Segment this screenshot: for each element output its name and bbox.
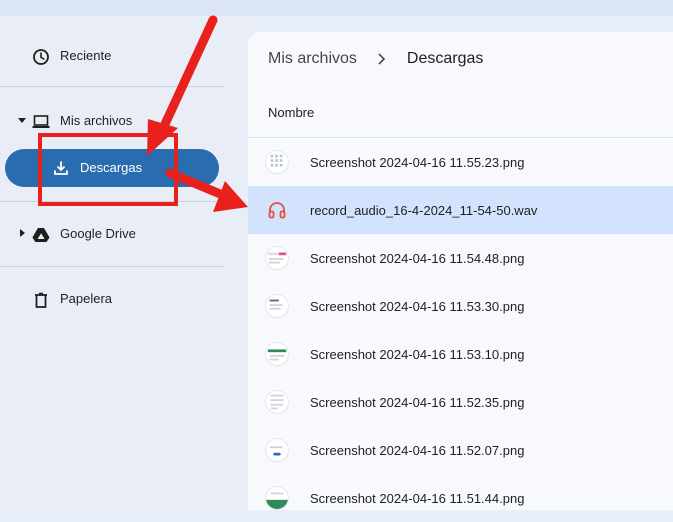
expand-arrow-icon[interactable] [17, 228, 27, 238]
file-name: Screenshot 2024-04-16 11.51.44.png [310, 491, 525, 506]
sidebar-item-recent[interactable]: Reciente [0, 36, 248, 76]
sidebar-item-label: Reciente [60, 48, 112, 63]
file-name: record_audio_16-4-2024_11-54-50.wav [310, 203, 538, 218]
file-name: Screenshot 2024-04-16 11.53.10.png [310, 347, 525, 362]
file-row[interactable]: Screenshot 2024-04-16 11.52.07.png [248, 426, 673, 474]
image-thumbnail [265, 294, 289, 318]
laptop-icon [32, 115, 50, 128]
sidebar-item-label: Mis archivos [60, 113, 133, 128]
sidebar-item-label: Google Drive [60, 226, 136, 241]
headphones-icon [268, 202, 286, 219]
divider [0, 201, 224, 202]
download-icon [54, 161, 68, 175]
file-row[interactable]: Screenshot 2024-04-16 11.55.23.png [248, 138, 673, 186]
breadcrumb-downloads: Descargas [406, 50, 484, 67]
expand-arrow-icon[interactable] [17, 115, 27, 125]
image-thumbnail [265, 342, 289, 366]
window-top-bar [0, 0, 673, 16]
file-list-panel: Mis archivos Descargas Nombre Screenshot… [248, 32, 673, 510]
file-row[interactable]: Screenshot 2024-04-16 11.51.44.png [248, 474, 673, 522]
column-header-name[interactable]: Nombre [268, 105, 314, 120]
sidebar-item-google-drive[interactable]: Google Drive [0, 214, 248, 254]
file-row[interactable]: Screenshot 2024-04-16 11.53.30.png [248, 282, 673, 330]
drive-icon [32, 228, 50, 242]
file-row[interactable]: Screenshot 2024-04-16 11.53.10.png [248, 330, 673, 378]
divider [0, 266, 224, 267]
file-name: Screenshot 2024-04-16 11.53.30.png [310, 299, 525, 314]
breadcrumb-my-files[interactable]: Mis archivos [268, 50, 357, 68]
sidebar-item-label: Papelera [60, 291, 113, 306]
image-thumbnail [265, 486, 289, 510]
breadcrumb: Mis archivos Descargas [268, 50, 483, 68]
file-name: Screenshot 2024-04-16 11.52.35.png [310, 395, 525, 410]
image-thumbnail [265, 438, 289, 462]
file-name: Screenshot 2024-04-16 11.52.07.png [310, 443, 525, 458]
file-name: Screenshot 2024-04-16 11.55.23.png [310, 155, 525, 170]
divider [0, 86, 224, 87]
sidebar: Reciente Mis archivos Google Drive Papel… [0, 16, 248, 510]
image-thumbnail [265, 150, 289, 174]
trash-icon [35, 292, 47, 308]
sidebar-item-trash[interactable]: Papelera [0, 279, 248, 319]
file-row[interactable]: Screenshot 2024-04-16 11.54.48.png [248, 234, 673, 282]
file-row[interactable]: Screenshot 2024-04-16 11.52.35.png [248, 378, 673, 426]
sidebar-item-label: Descargas [80, 160, 143, 175]
image-thumbnail [265, 390, 289, 414]
clock-icon [33, 49, 49, 65]
file-row[interactable]: record_audio_16-4-2024_11-54-50.wav [248, 186, 673, 234]
sidebar-item-my-files[interactable]: Mis archivos [0, 101, 248, 141]
file-name: Screenshot 2024-04-16 11.54.48.png [310, 251, 525, 266]
image-thumbnail [265, 246, 289, 270]
sidebar-item-downloads[interactable]: Descargas [5, 149, 219, 187]
chevron-right-icon [378, 53, 386, 65]
